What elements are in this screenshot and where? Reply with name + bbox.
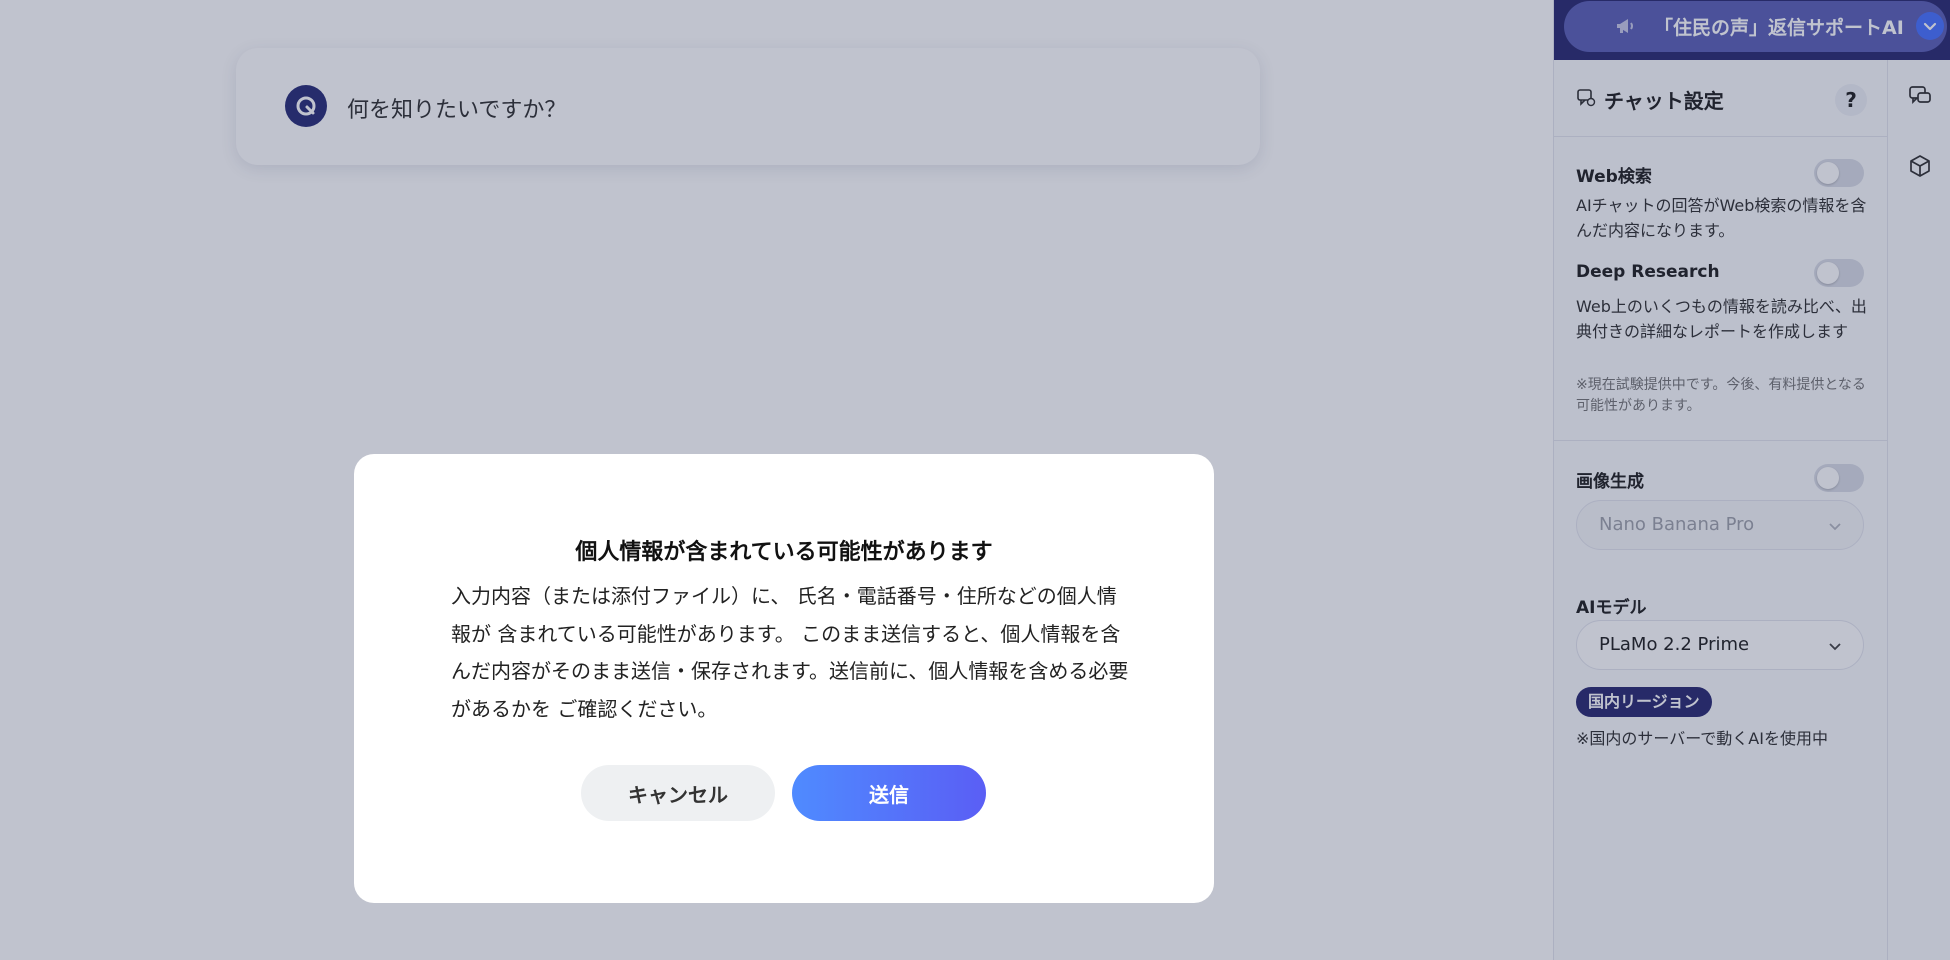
dialog-title: 個人情報が含まれている可能性があります [575, 540, 993, 565]
dialog-body: 入力内容（または添付ファイル）に、 氏名・電話番号・住所などの個人情報が 含まれ… [451, 584, 1129, 721]
send-button[interactable]: 送信 [792, 765, 986, 821]
cancel-button[interactable]: キャンセル [581, 765, 775, 821]
pii-warning-dialog: 個人情報が含まれている可能性があります 入力内容（または添付ファイル）に、 氏名… [354, 454, 1214, 903]
